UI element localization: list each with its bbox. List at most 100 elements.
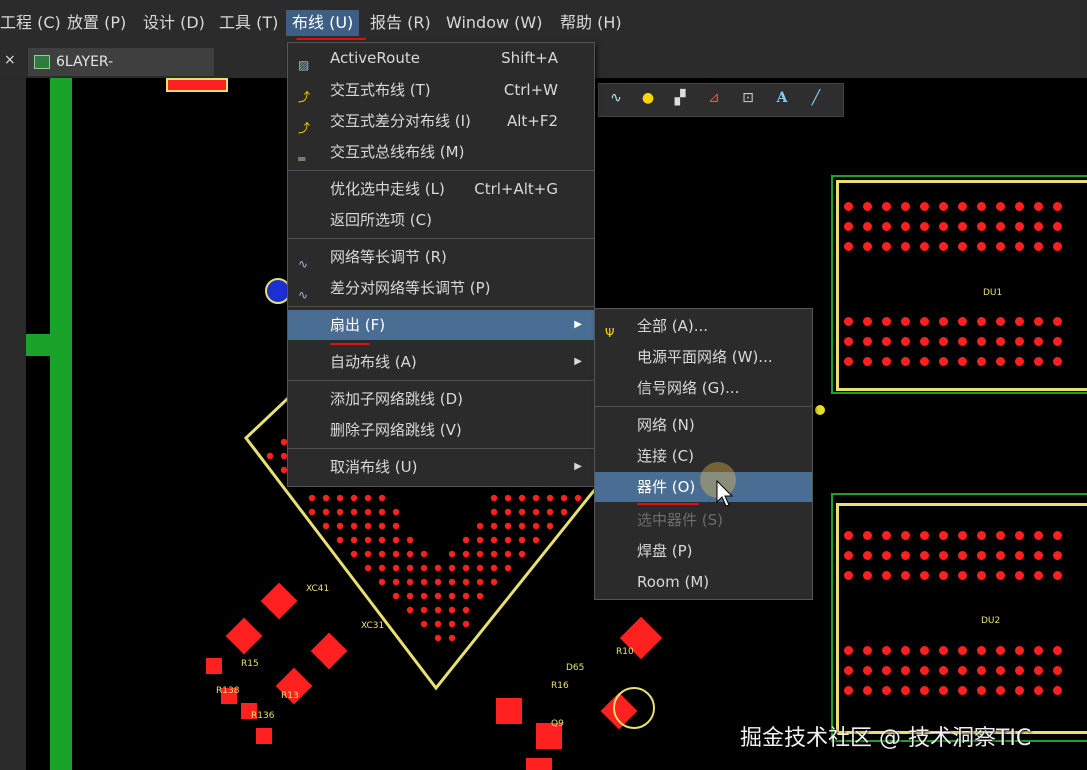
pin-pad [1034, 357, 1043, 366]
pin-pad [901, 317, 910, 326]
length-tune-icon: ∿ [298, 257, 309, 271]
bga-ball [364, 508, 372, 516]
submenu-item-connection[interactable]: 连接 (C) [595, 441, 812, 471]
dimension-icon[interactable]: ⊿ [705, 90, 723, 108]
menu-project[interactable]: 工程 (C) [0, 10, 61, 36]
menu-item-activeroute[interactable]: ▨ ActiveRoute Shift+A [288, 43, 594, 73]
pin-pad [863, 686, 872, 695]
menu-item-optimize[interactable]: 优化选中走线 (L) Ctrl+Alt+G [288, 174, 594, 204]
pin-pad [996, 202, 1005, 211]
pin-pad [844, 646, 853, 655]
menu-item-diff-length-tune[interactable]: ∿ 差分对网络等长调节 (P) [288, 273, 594, 303]
via-place-icon[interactable]: ● [639, 90, 657, 108]
board-outline [26, 334, 50, 356]
pin-pad [901, 357, 910, 366]
pin-pad [844, 551, 853, 560]
bga-ball [350, 508, 358, 516]
bga-ball [518, 522, 526, 530]
menu-route[interactable]: 布线 (U) [286, 10, 360, 36]
pin-pad [939, 317, 948, 326]
fanout-underline-annotation [330, 343, 370, 345]
submenu-item-signal-nets[interactable]: 信号网络 (G)... [595, 373, 812, 403]
submenu-item-room[interactable]: Room (M) [595, 567, 812, 597]
pin-pad [863, 531, 872, 540]
bga-ball [546, 522, 554, 530]
menu-reports[interactable]: 报告 (R) [370, 10, 431, 36]
pin-pad [1053, 337, 1062, 346]
polygon-icon[interactable]: ▞ [671, 90, 689, 108]
pin-pad [1053, 357, 1062, 366]
menu-item-remove-jumper[interactable]: 删除子网络跳线 (V) [288, 415, 594, 445]
pin-pad [939, 222, 948, 231]
pin-pad [1015, 666, 1024, 675]
menu-item-unroute[interactable]: 取消布线 (U) ▶ [288, 452, 594, 482]
pin-pad [901, 202, 910, 211]
menu-item-fanout[interactable]: 扇出 (F) ▶ [288, 310, 594, 340]
submenu-item-pad[interactable]: 焊盘 (P) [595, 536, 812, 566]
menu-place[interactable]: 放置 (P) [67, 10, 126, 36]
pin-pad [977, 551, 986, 560]
bga-ball [378, 522, 386, 530]
board-outline [50, 78, 72, 770]
menu-item-length-tune[interactable]: ∿ 网络等长调节 (R) [288, 242, 594, 272]
menu-item-diff-pair-route[interactable]: ⤴ 交互式差分对布线 (I) Alt+F2 [288, 106, 594, 136]
menu-window[interactable]: Window (W) [446, 10, 542, 36]
line-icon[interactable]: ╱ [807, 90, 825, 108]
pin-pad [844, 242, 853, 251]
menu-separator [595, 406, 812, 407]
pin-pad [901, 242, 910, 251]
bga-ball [308, 494, 316, 502]
bga-ball [532, 522, 540, 530]
text-icon[interactable]: A [773, 90, 791, 108]
pin-pad [1053, 242, 1062, 251]
bga-ball [518, 536, 526, 544]
submenu-arrow-icon: ▶ [574, 319, 582, 330]
pin-pad [939, 666, 948, 675]
pin-pad [1015, 337, 1024, 346]
pin-pad [920, 531, 929, 540]
ref-xc41: XC41 [306, 584, 329, 594]
menu-design[interactable]: 设计 (D) [143, 10, 205, 36]
bga-ball [560, 508, 568, 516]
submenu-item-net[interactable]: 网络 (N) [595, 410, 812, 440]
pin-pad [939, 357, 948, 366]
bga-ball [378, 508, 386, 516]
pin-pad [882, 317, 891, 326]
pin-pad [977, 686, 986, 695]
tab-pcb-document[interactable]: 6LAYER-TVBOX.PcbDoc [28, 48, 214, 98]
pin-pad [901, 571, 910, 580]
pin-pad [1034, 337, 1043, 346]
pin-pad [1053, 202, 1062, 211]
bga-ball [518, 494, 526, 502]
pin-pad [939, 571, 948, 580]
menu-tools[interactable]: 工具 (T) [219, 10, 278, 36]
bga-ball [490, 494, 498, 502]
bga-ball [350, 494, 358, 502]
menu-item-add-jumper[interactable]: 添加子网络跳线 (D) [288, 384, 594, 414]
menu-item-autoroute[interactable]: 自动布线 (A) ▶ [288, 347, 594, 377]
submenu-item-all[interactable]: Ψ 全部 (A)... [595, 311, 812, 341]
pin-pad [1034, 202, 1043, 211]
fanout-submenu: Ψ 全部 (A)... 电源平面网络 (W)... 信号网络 (G)... 网络… [594, 308, 813, 600]
bga-ball [308, 508, 316, 516]
pin-pad [920, 242, 929, 251]
pin-pad [844, 686, 853, 695]
pin-pad [863, 337, 872, 346]
submenu-item-power-plane-nets[interactable]: 电源平面网络 (W)... [595, 342, 812, 372]
bga-ball [504, 522, 512, 530]
close-icon[interactable]: × [4, 52, 16, 68]
pin-pad [882, 666, 891, 675]
pin-pad [882, 646, 891, 655]
pin-pad [996, 686, 1005, 695]
pin-pad [977, 242, 986, 251]
pin-pad [863, 202, 872, 211]
menu-item-bus-route[interactable]: ═ 交互式总线布线 (M) [288, 137, 594, 167]
menu-item-return-selection[interactable]: 返回所选项 (C) [288, 205, 594, 235]
pin-pad [958, 242, 967, 251]
graph-icon[interactable]: ⊡ [739, 90, 757, 108]
menu-help[interactable]: 帮助 (H) [560, 10, 622, 36]
pin-pad [844, 531, 853, 540]
length-tune-icon[interactable]: ∿ [607, 90, 625, 108]
menu-item-interactive-route[interactable]: ⤴ 交互式布线 (T) Ctrl+W [288, 75, 594, 105]
pin-pad [863, 666, 872, 675]
